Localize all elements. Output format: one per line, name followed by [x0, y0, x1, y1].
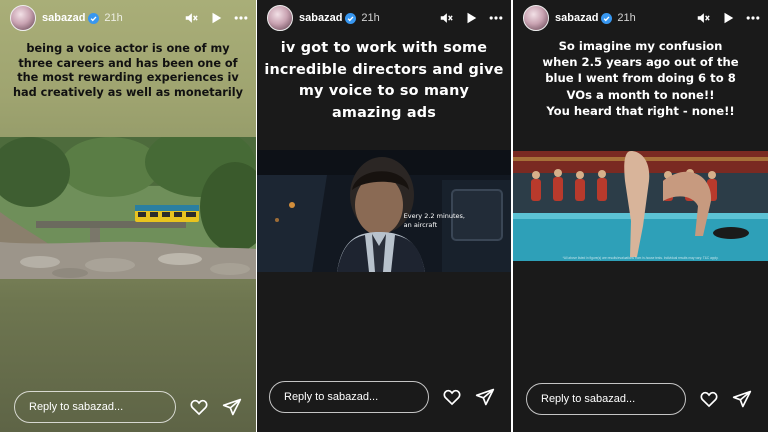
verified-badge-icon	[345, 12, 357, 24]
more-horizontal-icon[interactable]	[746, 11, 760, 25]
play-icon[interactable]	[464, 11, 478, 25]
send-icon[interactable]	[222, 397, 242, 417]
story-panel-3: sabazad 21h So imagine my confusion when…	[513, 0, 768, 432]
speaker-muted-icon[interactable]	[696, 11, 710, 25]
reply-bar: Reply to sabazad...	[269, 381, 495, 413]
avatar[interactable]	[10, 5, 36, 31]
username[interactable]: sabazad	[42, 12, 85, 24]
story-image-bus-on-bridge	[0, 137, 256, 279]
story-caption: So imagine my confusion when 2.5 years a…	[542, 39, 739, 118]
reply-input[interactable]: Reply to sabazad...	[526, 383, 686, 415]
username[interactable]: sabazad	[555, 12, 598, 24]
reply-input[interactable]: Reply to sabazad...	[269, 381, 429, 413]
speaker-muted-icon[interactable]	[184, 11, 198, 25]
heart-icon[interactable]	[189, 397, 209, 417]
reply-bar: Reply to sabazad...	[14, 391, 242, 423]
play-icon[interactable]	[721, 11, 735, 25]
story-header: sabazad 21h	[523, 4, 760, 32]
story-header: sabazad 21h	[267, 4, 503, 32]
timestamp: 21h	[617, 12, 636, 24]
story-caption: iv got to work with some incredible dire…	[264, 40, 504, 121]
send-icon[interactable]	[475, 387, 495, 407]
speaker-muted-icon[interactable]	[439, 11, 453, 25]
verified-badge-icon	[88, 12, 100, 24]
timestamp: 21h	[104, 12, 123, 24]
story-video-frame-gym-performers: *All above listed in figure(s) are resul…	[513, 151, 768, 261]
verified-badge-icon	[601, 12, 613, 24]
more-horizontal-icon[interactable]	[234, 11, 248, 25]
story-panel-1: sabazad 21h being a voice actor is one o…	[0, 0, 256, 432]
play-icon[interactable]	[209, 11, 223, 25]
story-header: sabazad 21h	[10, 4, 248, 32]
video-subtitle: Every 2.2 minutes, an aircraft	[403, 212, 465, 229]
send-icon[interactable]	[732, 389, 752, 409]
avatar[interactable]	[523, 5, 549, 31]
story-video-frame-man-in-car: Every 2.2 minutes, an aircraft	[257, 150, 511, 272]
timestamp: 21h	[361, 12, 380, 24]
story-panel-2: sabazad 21h iv got to work with some inc…	[257, 0, 511, 432]
reply-input[interactable]: Reply to sabazad...	[14, 391, 176, 423]
avatar[interactable]	[267, 5, 293, 31]
heart-icon[interactable]	[699, 389, 719, 409]
story-caption: being a voice actor is one of my three c…	[13, 42, 243, 100]
video-fineprint: *All above listed in figure(s) are resul…	[562, 256, 719, 260]
heart-icon[interactable]	[442, 387, 462, 407]
more-horizontal-icon[interactable]	[489, 11, 503, 25]
reply-bar: Reply to sabazad...	[526, 383, 752, 415]
username[interactable]: sabazad	[299, 12, 342, 24]
